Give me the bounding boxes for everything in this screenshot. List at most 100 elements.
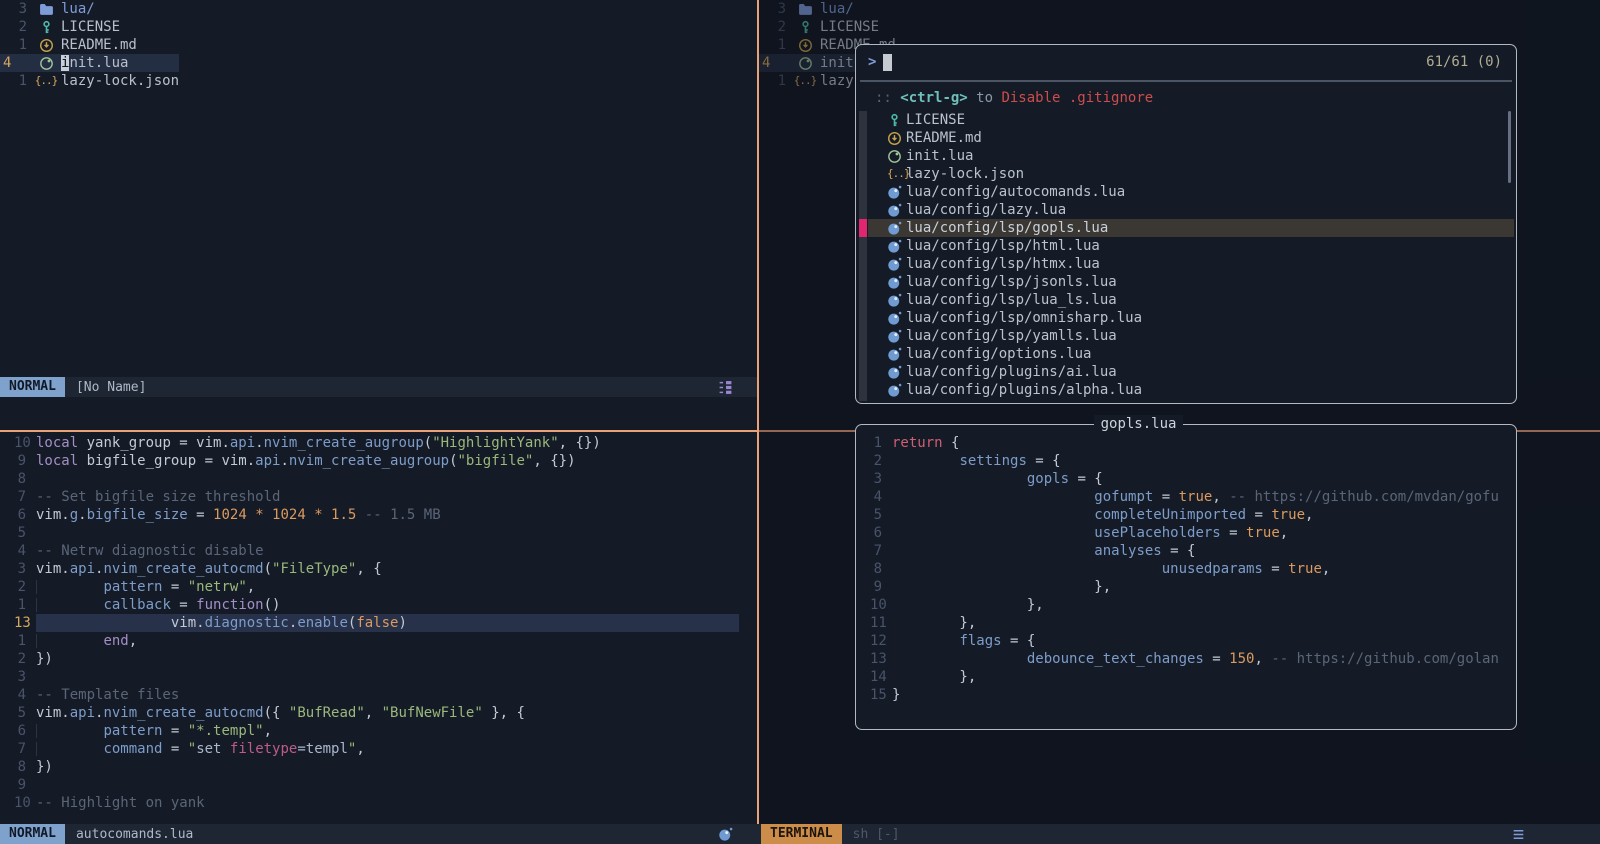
mode-indicator-terminal: TERMINAL: [761, 824, 842, 844]
picker-item[interactable]: lua/config/lsp/lua_ls.lua: [868, 291, 1514, 309]
tree-row[interactable]: 1README.md: [0, 36, 179, 54]
token: true: [1246, 525, 1280, 541]
token: , {: [356, 561, 381, 577]
code-text: }): [36, 650, 739, 668]
code-line[interactable]: 7 command = "set filetype=templ",: [0, 740, 757, 758]
code-line[interactable]: 13 debounce_text_changes = 150, -- https…: [856, 650, 1516, 668]
lua-icon: [887, 221, 902, 236]
picker-item[interactable]: lua/config/lsp/yamlls.lua: [868, 327, 1514, 345]
code-window[interactable]: 10local yank_group = vim.api.nvim_create…: [0, 432, 757, 824]
code-line[interactable]: 1 end,: [0, 632, 757, 650]
code-line[interactable]: 4-- Template files: [0, 686, 757, 704]
line-number: 4: [856, 488, 882, 506]
token: = {: [1002, 633, 1036, 649]
picker-item[interactable]: lua/config/lsp/gopls.lua: [868, 219, 1514, 237]
token: },: [892, 615, 976, 631]
code-text: },: [892, 596, 1498, 614]
code-line[interactable]: 14 },: [856, 668, 1516, 686]
code-line[interactable]: 8 unusedparams = true,: [856, 560, 1516, 578]
code-line[interactable]: 4-- Netrw diagnostic disable: [0, 542, 757, 560]
picker-scrollbar[interactable]: [1508, 111, 1511, 183]
picker-item[interactable]: lua/config/lsp/jsonls.lua: [868, 273, 1514, 291]
code-line[interactable]: 3: [0, 668, 757, 686]
token: completeUnimported: [1094, 507, 1246, 523]
token: "BufRead": [289, 705, 365, 721]
picker-prompt-row[interactable]: > 61/61 (0): [856, 45, 1516, 79]
picker-item-label: lua/config/options.lua: [906, 345, 1091, 363]
picker-item[interactable]: init.lua: [868, 147, 1514, 165]
code-line[interactable]: 9local bigfile_group = vim.api.nvim_crea…: [0, 452, 757, 470]
code-line[interactable]: 6vim.g.bigfile_size = 1024 * 1024 * 1.5 …: [0, 506, 757, 524]
code-line[interactable]: 7 analyses = {: [856, 542, 1516, 560]
picker-item-label: lua/config/lsp/htmx.lua: [906, 255, 1100, 273]
code-line[interactable]: 3 gopls = {: [856, 470, 1516, 488]
picker-item[interactable]: lua/config/lsp/html.lua: [868, 237, 1514, 255]
code-line[interactable]: 5: [0, 524, 757, 542]
token: true: [1271, 507, 1305, 523]
line-number: 5: [0, 704, 26, 722]
token: nvim_create_autocmd: [103, 561, 263, 577]
token: usePlaceholders: [1094, 525, 1220, 541]
code-line[interactable]: 15}: [856, 686, 1516, 704]
code-line[interactable]: 9: [0, 776, 757, 794]
code-line[interactable]: 5vim.api.nvim_create_autocmd({ "BufRead"…: [0, 704, 757, 722]
code-line[interactable]: 6 usePlaceholders = true,: [856, 524, 1516, 542]
token: (: [424, 435, 432, 451]
code-line[interactable]: 12 flags = {: [856, 632, 1516, 650]
code-line[interactable]: 10 },: [856, 596, 1516, 614]
code-line[interactable]: 11 },: [856, 614, 1516, 632]
picker-item[interactable]: README.md: [868, 129, 1514, 147]
code-line[interactable]: 13 vim.diagnostic.enable(false): [0, 614, 757, 632]
code-line[interactable]: 1 callback = function(): [0, 596, 757, 614]
file-tree-window-left[interactable]: 3lua/2LICENSE1README.md4init.lua1{..}laz…: [0, 0, 757, 377]
picker-item[interactable]: lua/config/lsp/omnisharp.lua: [868, 309, 1514, 327]
lua-ring-icon: [887, 149, 902, 164]
token: unusedparams: [1162, 561, 1263, 577]
tree-row[interactable]: 1{..}lazy-lock.json: [0, 72, 179, 90]
token: [892, 561, 1162, 577]
code-line[interactable]: 9 },: [856, 578, 1516, 596]
code-line[interactable]: 8}): [0, 758, 757, 776]
picker-item-label: lua/config/autocomands.lua: [906, 183, 1125, 201]
picker-item[interactable]: lua/config/lazy.lua: [868, 201, 1514, 219]
token: {: [943, 435, 960, 451]
picker-item[interactable]: LICENSE: [868, 111, 1514, 129]
indent-guide: [36, 724, 37, 738]
code-line[interactable]: 8: [0, 470, 757, 488]
picker-list: LICENSEREADME.mdinit.lua{..}lazy-lock.js…: [868, 111, 1514, 399]
token: ): [398, 615, 406, 631]
code-line[interactable]: 5 completeUnimported = true,: [856, 506, 1516, 524]
picker-item[interactable]: lua/config/options.lua: [868, 345, 1514, 363]
code-line[interactable]: 10-- Highlight on yank: [0, 794, 757, 812]
line-number: 3: [856, 470, 882, 488]
code-line[interactable]: 2 settings = {: [856, 452, 1516, 470]
tree-row[interactable]: 3lua/: [0, 0, 179, 18]
picker-prompt: >: [868, 54, 876, 70]
line-number: 1: [0, 72, 27, 90]
token: =: [1263, 561, 1288, 577]
picker-item[interactable]: lua/config/plugins/ai.lua: [868, 363, 1514, 381]
code-line[interactable]: 1return {: [856, 434, 1516, 452]
token: [892, 633, 959, 649]
code-line[interactable]: 6 pattern = "*.templ",: [0, 722, 757, 740]
lua-icon: [887, 311, 902, 326]
picker-item[interactable]: lua/config/plugins/alpha.lua: [868, 381, 1514, 399]
code-line[interactable]: 4 gofumpt = true, -- https://github.com/…: [856, 488, 1516, 506]
lua-icon: [887, 347, 902, 362]
token: local: [36, 453, 78, 469]
picker-item[interactable]: lua/config/autocomands.lua: [868, 183, 1514, 201]
picker-item[interactable]: {..}lazy-lock.json: [868, 165, 1514, 183]
code-line[interactable]: 10local yank_group = vim.api.nvim_create…: [0, 434, 757, 452]
tree-row[interactable]: 2LICENSE: [0, 18, 179, 36]
code-line[interactable]: 7-- Set bigfile size threshold: [0, 488, 757, 506]
tree-row[interactable]: 4init.lua: [0, 54, 179, 72]
token: =: [171, 597, 196, 613]
token: ,: [247, 579, 255, 595]
picker-item[interactable]: lua/config/lsp/htmx.lua: [868, 255, 1514, 273]
token: settings: [959, 453, 1026, 469]
code-line[interactable]: 3vim.api.nvim_create_autocmd("FileType",…: [0, 560, 757, 578]
code-line[interactable]: 2}): [0, 650, 757, 668]
line-number: 5: [856, 506, 882, 524]
lua-icon: [887, 239, 902, 254]
code-line[interactable]: 2 pattern = "netrw",: [0, 578, 757, 596]
